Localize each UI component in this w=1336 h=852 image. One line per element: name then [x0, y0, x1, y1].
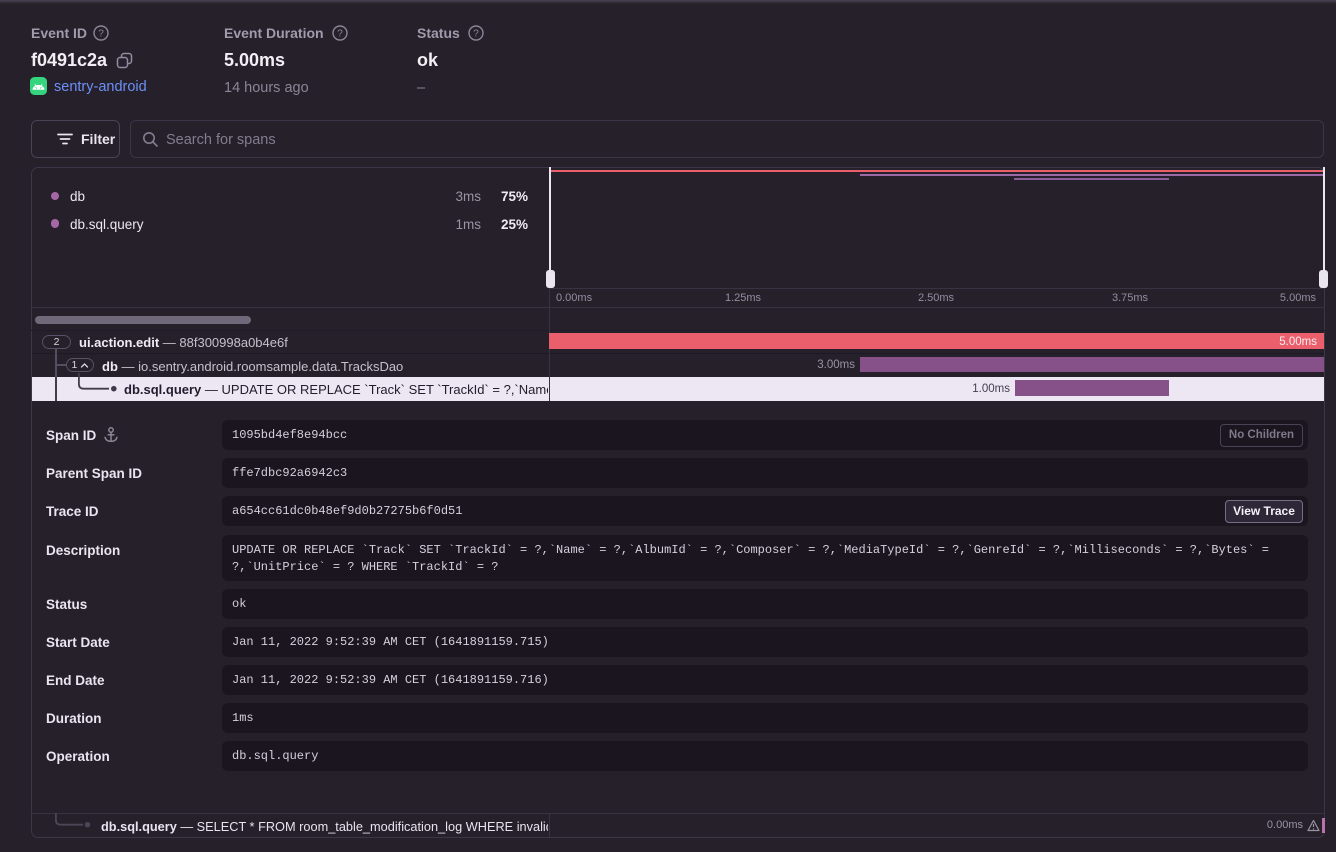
svg-text:?: ?: [473, 28, 479, 39]
svg-text:?: ?: [337, 28, 343, 39]
svg-text:?: ?: [98, 28, 104, 39]
